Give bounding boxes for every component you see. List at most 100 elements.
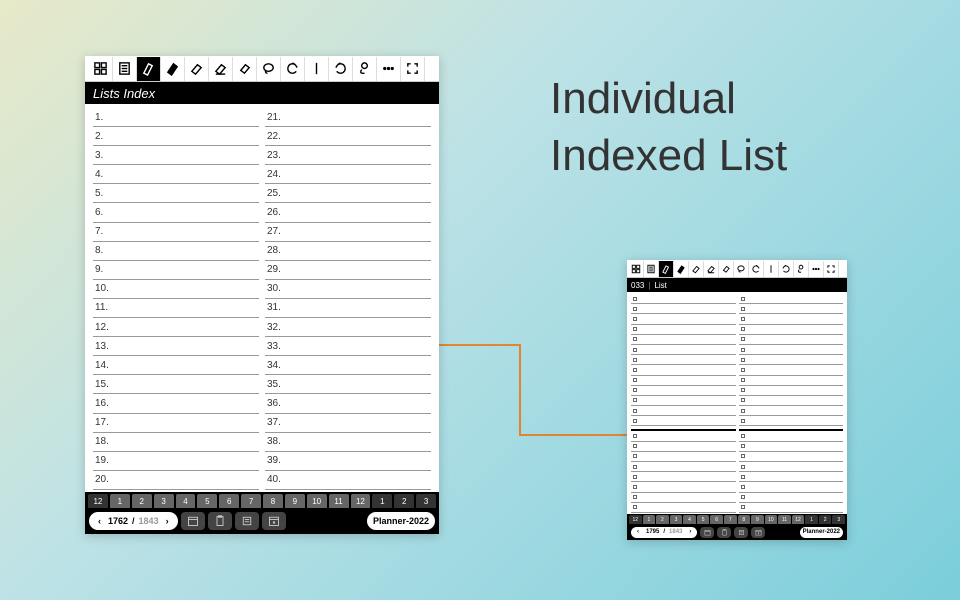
month-tab[interactable]: 2 (132, 494, 152, 508)
checklist-row[interactable] (739, 365, 844, 375)
month-tab[interactable]: 4 (176, 494, 196, 508)
month-tab[interactable]: 4 (683, 515, 696, 524)
fullscreen-icon[interactable] (401, 57, 425, 81)
checkbox-icon[interactable] (741, 327, 745, 331)
list-index-row[interactable]: 25. (265, 184, 431, 203)
month-tab[interactable]: 3 (832, 515, 845, 524)
checklist-row[interactable] (739, 376, 844, 386)
month-tab[interactable]: 8 (738, 515, 751, 524)
month-tab[interactable]: 3 (416, 494, 436, 508)
checkbox-icon[interactable] (741, 419, 745, 423)
checkbox-icon[interactable] (633, 378, 637, 382)
month-tab[interactable]: 8 (263, 494, 283, 508)
list-index-row[interactable]: 11. (93, 299, 259, 318)
checkbox-icon[interactable] (741, 475, 745, 479)
checkbox-icon[interactable] (633, 398, 637, 402)
checkbox-icon[interactable] (633, 444, 637, 448)
more-icon[interactable] (377, 57, 401, 81)
list-index-row[interactable]: 5. (93, 184, 259, 203)
checklist-row[interactable] (739, 314, 844, 324)
checkbox-icon[interactable] (741, 348, 745, 352)
checklist-row[interactable] (631, 503, 736, 513)
list-index-row[interactable]: 14. (93, 356, 259, 375)
list-index-row[interactable]: 10. (93, 280, 259, 299)
list-index-row[interactable]: 34. (265, 356, 431, 375)
undo-icon[interactable] (281, 57, 305, 81)
checklist-row[interactable] (631, 482, 736, 492)
checklist-row[interactable] (631, 429, 736, 441)
highlighter-icon[interactable] (161, 57, 185, 81)
calendar-icon[interactable] (181, 512, 205, 530)
list-index-row[interactable]: 33. (265, 337, 431, 356)
clipboard-icon[interactable] (208, 512, 232, 530)
checklist-row[interactable] (739, 442, 844, 452)
shapes-icon[interactable] (794, 261, 809, 277)
list-index-row[interactable]: 27. (265, 223, 431, 242)
month-tab[interactable]: 9 (285, 494, 305, 508)
checkbox-icon[interactable] (633, 495, 637, 499)
list-index-row[interactable]: 24. (265, 165, 431, 184)
checkbox-icon[interactable] (741, 358, 745, 362)
checkbox-icon[interactable] (741, 378, 745, 382)
checkbox-icon[interactable] (741, 434, 745, 438)
list-index-row[interactable]: 35. (265, 375, 431, 394)
checklist-row[interactable] (631, 472, 736, 482)
eraser-outline-icon[interactable] (185, 57, 209, 81)
list-index-row[interactable]: 20. (93, 471, 259, 490)
checkbox-icon[interactable] (741, 485, 745, 489)
checklist-row[interactable] (631, 345, 736, 355)
note-icon[interactable] (734, 527, 748, 538)
next-page-button[interactable]: › (163, 516, 172, 526)
month-tab[interactable]: 1 (372, 494, 392, 508)
month-tab[interactable]: 5 (697, 515, 710, 524)
checklist-row[interactable] (739, 325, 844, 335)
checkbox-icon[interactable] (633, 475, 637, 479)
checklist-row[interactable] (631, 462, 736, 472)
checkbox-icon[interactable] (633, 409, 637, 413)
month-tab[interactable]: 7 (724, 515, 737, 524)
checkbox-icon[interactable] (741, 398, 745, 402)
checkbox-icon[interactable] (633, 297, 637, 301)
list-index-row[interactable]: 22. (265, 127, 431, 146)
checklist-row[interactable] (631, 452, 736, 462)
list-index-row[interactable]: 17. (93, 414, 259, 433)
next-page-button[interactable]: › (686, 529, 694, 535)
month-tab[interactable]: 7 (241, 494, 261, 508)
list-index-row[interactable]: 30. (265, 280, 431, 299)
page-icon[interactable] (644, 261, 659, 277)
month-tab[interactable]: 1 (643, 515, 656, 524)
month-tab[interactable]: 3 (154, 494, 174, 508)
list-index-row[interactable]: 21. (265, 108, 431, 127)
planner-label-pill[interactable]: Planner-2022 (367, 512, 435, 530)
checkbox-icon[interactable] (741, 297, 745, 301)
month-tab[interactable]: 10 (765, 515, 778, 524)
checklist-row[interactable] (739, 452, 844, 462)
list-index-row[interactable]: 28. (265, 242, 431, 261)
month-tab[interactable]: 12 (629, 515, 642, 524)
checklist-row[interactable] (739, 335, 844, 345)
shapes-icon[interactable] (353, 57, 377, 81)
checklist-row[interactable] (739, 345, 844, 355)
clipboard-icon[interactable] (717, 527, 731, 538)
list-index-row[interactable]: 9. (93, 261, 259, 280)
month-tab[interactable]: 10 (307, 494, 327, 508)
list-index-row[interactable]: 26. (265, 203, 431, 222)
calendar-icon[interactable] (700, 527, 714, 538)
month-tab[interactable]: 12 (88, 494, 108, 508)
month-tab[interactable]: 9 (751, 515, 764, 524)
checklist-row[interactable] (739, 406, 844, 416)
month-tab[interactable]: 5 (197, 494, 217, 508)
month-tab[interactable]: 3 (670, 515, 683, 524)
checkbox-icon[interactable] (633, 505, 637, 509)
grid-icon[interactable] (89, 57, 113, 81)
eraser2-icon[interactable] (209, 57, 233, 81)
checklist-row[interactable] (739, 493, 844, 503)
list-index-row[interactable]: 6. (93, 203, 259, 222)
eraser3-icon[interactable] (719, 261, 734, 277)
list-index-row[interactable]: 37. (265, 414, 431, 433)
grid-icon[interactable] (629, 261, 644, 277)
page-icon[interactable] (113, 57, 137, 81)
calendar2-icon[interactable] (262, 512, 286, 530)
list-index-row[interactable]: 15. (93, 375, 259, 394)
checkbox-icon[interactable] (633, 454, 637, 458)
